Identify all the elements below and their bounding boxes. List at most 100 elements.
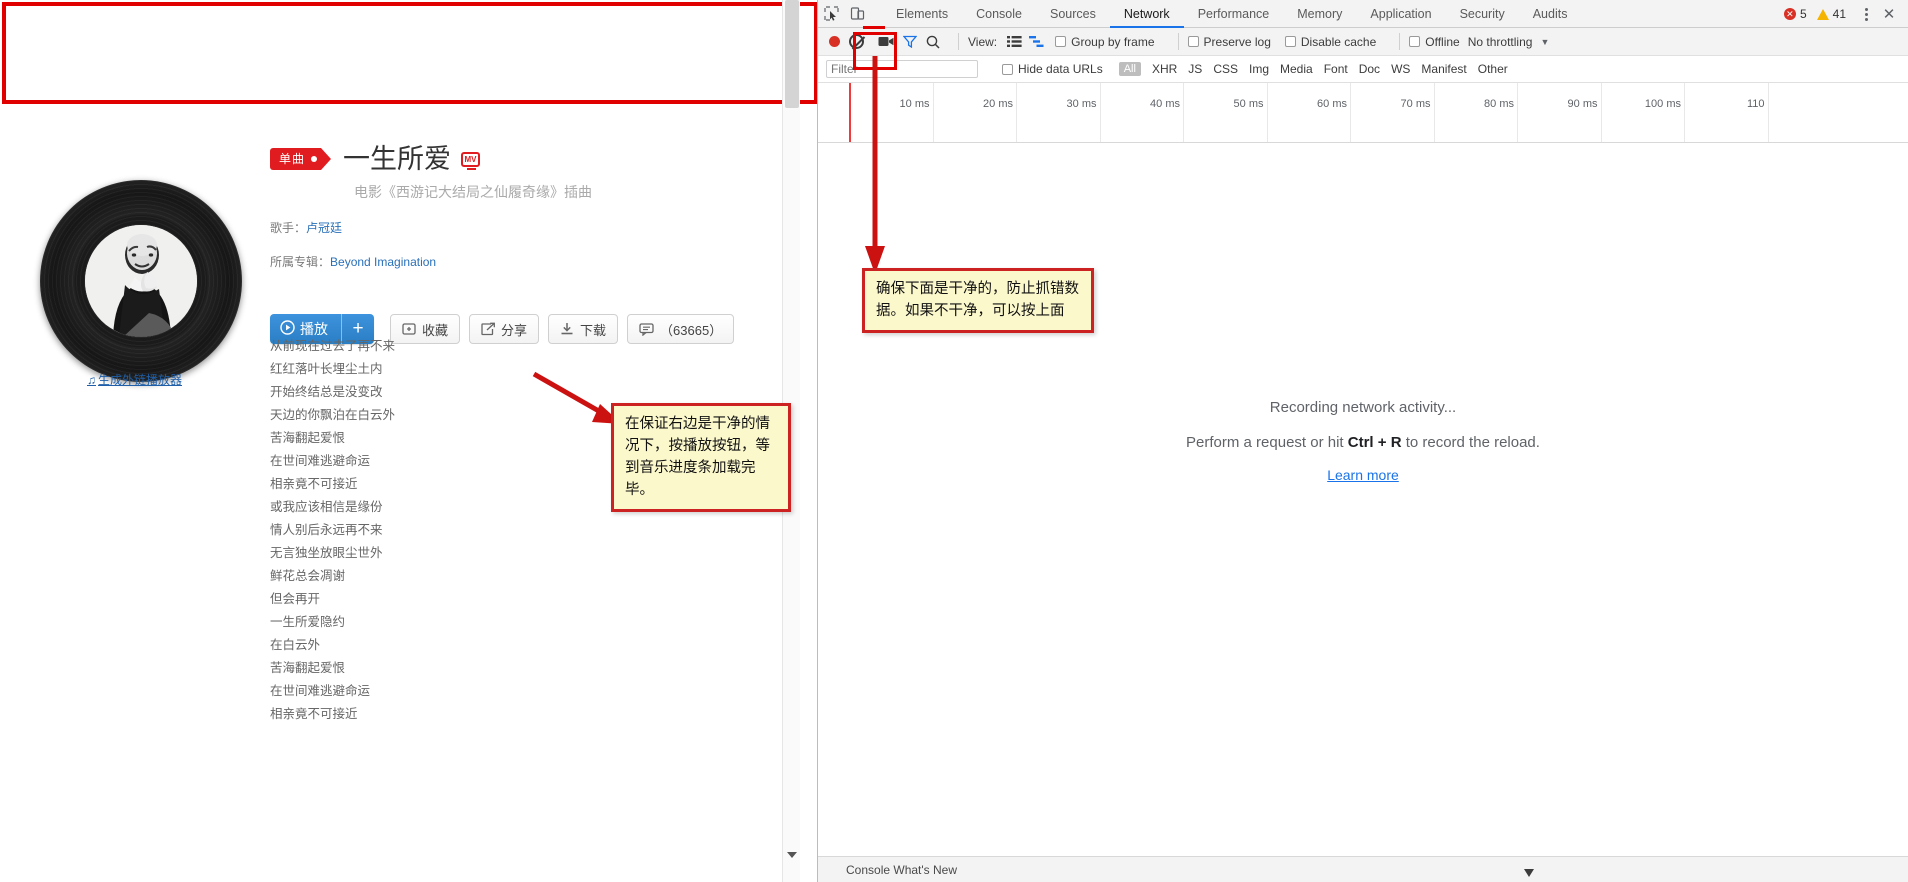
song-header: 单曲 一生所爱 MV 电影《西游记大结局之仙履奇缘》插曲 歌手：卢冠廷 所属专辑… — [270, 142, 740, 270]
filter-toggle-button[interactable] — [903, 35, 917, 48]
highlighted-empty-banner — [2, 2, 818, 104]
download-button[interactable]: 下载 — [548, 314, 619, 344]
devtools-drawer-bar[interactable]: Console What's New — [818, 856, 1908, 882]
ruler-tick-label: 40 ms — [1150, 98, 1180, 110]
device-toolbar-icon[interactable] — [844, 1, 870, 27]
page-scroll-down-button[interactable] — [783, 846, 801, 864]
devtools-tabbar-right: ✕ 5 41 ✕ — [1783, 0, 1902, 28]
page-scrollbar-thumb[interactable] — [785, 0, 799, 108]
filter-type-other[interactable]: Other — [1478, 62, 1508, 76]
warning-count-badge[interactable]: 41 — [1816, 7, 1846, 21]
error-count-badge[interactable]: ✕ 5 — [1783, 7, 1807, 21]
generate-external-player-link[interactable]: ♫ 生成外链播放器 — [87, 371, 182, 388]
clear-button[interactable] — [849, 34, 864, 49]
lyric-line: 相亲竟不可接近 — [270, 477, 358, 491]
tag-dot-icon — [311, 156, 318, 162]
network-toolbar: View: Group by frame Preserve log Disabl… — [818, 28, 1908, 56]
share-icon — [481, 322, 495, 336]
ruler-tick-label: 50 ms — [1233, 98, 1264, 110]
filter-type-ws[interactable]: WS — [1391, 62, 1410, 76]
recording-hint-text: Perform a request or hit Ctrl + R to rec… — [1186, 434, 1540, 451]
tab-sources[interactable]: Sources — [1036, 0, 1110, 28]
download-icon — [560, 322, 574, 336]
filter-input[interactable] — [826, 60, 978, 78]
group-by-frame-checkbox[interactable]: Group by frame — [1055, 35, 1155, 49]
waterfall-view-icon — [1028, 36, 1044, 47]
album-value[interactable]: Beyond Imagination — [330, 255, 436, 269]
share-button[interactable]: 分享 — [469, 314, 540, 344]
filter-type-css[interactable]: CSS — [1213, 62, 1238, 76]
annotation-note-left: 在保证右边是干净的情况下，按播放按钮，等到音乐进度条加载完毕。 — [611, 403, 791, 512]
tab-performance[interactable]: Performance — [1184, 0, 1284, 28]
favorite-button[interactable]: 收藏 — [390, 314, 461, 344]
devtools-more-menu-icon[interactable] — [1856, 7, 1876, 21]
filter-type-font[interactable]: Font — [1324, 62, 1348, 76]
warning-count: 41 — [1832, 7, 1846, 21]
favorite-icon — [402, 322, 416, 336]
tab-network[interactable]: Network — [1110, 0, 1184, 28]
preserve-log-checkbox[interactable]: Preserve log — [1187, 35, 1271, 49]
lyrics-list: 从前现在过去了再不来 红红落叶长埋尘土内 开始终结总是没变改 天边的你飘泊在白云外 苦海… — [270, 335, 395, 726]
tab-console[interactable]: Console — [962, 0, 1036, 28]
view-waterfall-button[interactable] — [1027, 33, 1045, 51]
filter-type-js[interactable]: JS — [1188, 62, 1202, 76]
artist-photo — [85, 225, 197, 337]
record-button-icon[interactable] — [829, 36, 840, 47]
error-count: 5 — [1799, 7, 1807, 21]
lyric-line: 从前现在过去了再不来 — [270, 339, 396, 353]
devtools-close-button[interactable]: ✕ — [1876, 5, 1902, 23]
mv-badge-icon[interactable]: MV — [461, 151, 481, 170]
funnel-icon — [903, 35, 917, 48]
filter-type-xhr[interactable]: XHR — [1152, 62, 1177, 76]
devtools-panel: Elements Console Sources Network Performance… — [818, 0, 1908, 882]
album-row: 所属专辑：Beyond Imagination — [270, 253, 740, 270]
drawer-label: Console What's New — [846, 862, 957, 877]
inspect-element-icon[interactable] — [818, 1, 844, 27]
chevron-down-icon: ▼ — [1540, 36, 1550, 47]
lyric-line: 一生所爱隐约 — [270, 615, 346, 629]
ruler-tick-label: 30 ms — [1066, 98, 1097, 110]
search-button[interactable] — [926, 35, 940, 49]
favorite-label: 收藏 — [422, 322, 449, 338]
album-label: 所属专辑： — [270, 255, 331, 269]
hint-suffix: to record the reload. — [1401, 434, 1540, 451]
network-filter-bar: Hide data URLs All XHR JS CSS Img Media Font Do… — [818, 56, 1908, 83]
tab-security[interactable]: Security — [1446, 0, 1519, 28]
tab-application[interactable]: Application — [1356, 0, 1445, 28]
filter-type-all[interactable]: All — [1118, 62, 1141, 76]
filter-type-media[interactable]: Media — [1280, 62, 1313, 76]
song-title-row: 单曲 一生所爱 MV — [270, 142, 740, 176]
filter-type-doc[interactable]: Doc — [1359, 62, 1380, 76]
tab-memory[interactable]: Memory — [1283, 0, 1356, 28]
comment-icon — [639, 322, 654, 336]
throttling-select[interactable]: No throttling ▼ — [1468, 35, 1550, 49]
checkbox-icon — [1002, 63, 1013, 75]
capture-screenshots-button[interactable] — [878, 35, 894, 48]
comment-button[interactable]: （63665） — [627, 314, 735, 344]
singer-value[interactable]: 卢冠廷 — [306, 221, 342, 235]
tab-audits[interactable]: Audits — [1519, 0, 1582, 28]
lyric-line: 在世间难逃避命运 — [270, 684, 371, 698]
disable-cache-checkbox[interactable]: Disable cache — [1284, 35, 1376, 49]
download-label: 下载 — [580, 322, 607, 338]
drawer-caret[interactable] — [1522, 867, 1536, 882]
filter-type-img[interactable]: Img — [1249, 62, 1269, 76]
screen-root: ♫ 生成外链播放器 单曲 一生所爱 MV 电影《西游记大结局之仙履奇缘》插曲 歌手… — [0, 0, 1908, 882]
filter-type-manifest[interactable]: Manifest — [1421, 62, 1466, 76]
warning-icon — [1816, 8, 1829, 20]
devtools-tabs: Elements Console Sources Network Performance… — [882, 0, 1581, 28]
view-list-button[interactable] — [1005, 33, 1023, 51]
learn-more-link[interactable]: Learn more — [1327, 467, 1399, 483]
toolbar-separator-3 — [1399, 33, 1401, 50]
hide-data-urls-checkbox[interactable]: Hide data URLs — [1002, 62, 1103, 76]
search-icon — [926, 35, 940, 49]
tab-elements[interactable]: Elements — [882, 0, 962, 28]
song-subtitle: 电影《西游记大结局之仙履奇缘》插曲 — [354, 184, 592, 200]
device-icon-underline — [863, 26, 885, 29]
offline-checkbox[interactable]: Offline — [1409, 35, 1460, 49]
lyric-line: 相亲竟不可接近 — [270, 707, 358, 721]
ruler-tick-label: 90 ms — [1567, 98, 1598, 110]
checkbox-icon — [1284, 36, 1296, 47]
lyric-line: 或我应该相信是缘份 — [270, 500, 383, 514]
annotation-note-right: 确保下面是干净的，防止抓错数据。如果不干净，可以按上面 — [862, 268, 1094, 333]
